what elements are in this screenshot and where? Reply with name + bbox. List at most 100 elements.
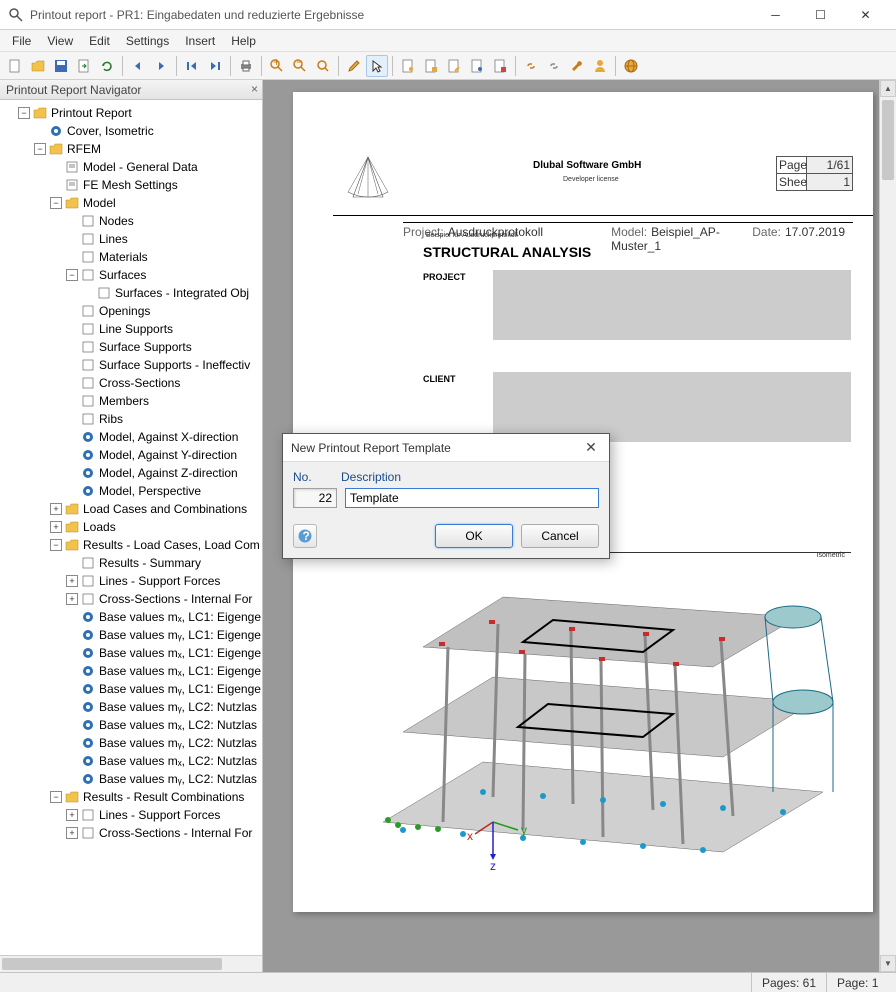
tree-item[interactable]: −Results - Load Cases, Load Com xyxy=(0,536,262,554)
tree-item[interactable]: Base values mᵧ, LC1: Eigenge xyxy=(0,680,262,698)
doc4-button[interactable] xyxy=(466,55,488,77)
menu-file[interactable]: File xyxy=(4,32,39,50)
tree-item[interactable]: +Lines - Support Forces xyxy=(0,572,262,590)
tree-item[interactable]: Openings xyxy=(0,302,262,320)
close-button[interactable]: ✕ xyxy=(843,0,888,30)
help-button[interactable]: ? xyxy=(293,524,317,548)
menu-insert[interactable]: Insert xyxy=(177,32,223,50)
tree-item[interactable]: Base values mᵧ, LC2: Nutzlas xyxy=(0,734,262,752)
dialog-close-button[interactable]: ✕ xyxy=(581,439,601,456)
new-template-dialog: New Printout Report Template ✕ No. Descr… xyxy=(282,433,610,559)
cancel-button[interactable]: Cancel xyxy=(521,524,599,548)
print-button[interactable] xyxy=(235,55,257,77)
open-button[interactable] xyxy=(27,55,49,77)
tree-item[interactable]: Base values mᵧ, LC2: Nutzlas xyxy=(0,698,262,716)
link2-button[interactable] xyxy=(543,55,565,77)
export-button[interactable] xyxy=(73,55,95,77)
navigator-close-icon[interactable]: × xyxy=(251,82,258,96)
tree-item[interactable]: Model, Perspective xyxy=(0,482,262,500)
tree-item[interactable]: +Lines - Support Forces xyxy=(0,806,262,824)
doc1-button[interactable] xyxy=(397,55,419,77)
page-meta: Page:1/61 Sheet:1 xyxy=(776,156,853,190)
navigator-tree[interactable]: −Printout Report Cover, Isometric −RFEM … xyxy=(0,100,262,955)
menu-settings[interactable]: Settings xyxy=(118,32,177,50)
new-button[interactable] xyxy=(4,55,26,77)
tree-item[interactable]: Model, Against Z-direction xyxy=(0,464,262,482)
user-button[interactable] xyxy=(589,55,611,77)
tree-item[interactable]: +Cross-Sections - Internal For xyxy=(0,824,262,842)
tree-model[interactable]: −Model xyxy=(0,194,262,212)
navigator-title: Printout Report Navigator xyxy=(6,83,141,97)
tree-item[interactable]: Results - Summary xyxy=(0,554,262,572)
pencil-button[interactable] xyxy=(343,55,365,77)
wrench-button[interactable] xyxy=(566,55,588,77)
tree-rfem[interactable]: −RFEM xyxy=(0,140,262,158)
tree-item[interactable]: Surface Supports xyxy=(0,338,262,356)
refresh-button[interactable] xyxy=(96,55,118,77)
toolbar: + − xyxy=(0,52,896,80)
tree-item[interactable]: Members xyxy=(0,392,262,410)
section-client-box xyxy=(493,372,851,442)
menu-help[interactable]: Help xyxy=(223,32,264,50)
menu-edit[interactable]: Edit xyxy=(81,32,118,50)
company-logo xyxy=(333,152,403,212)
next-page-button[interactable] xyxy=(150,55,172,77)
tree-item[interactable]: Base values mₓ, LC1: Eigenge xyxy=(0,662,262,680)
tree-root[interactable]: −Printout Report xyxy=(0,104,262,122)
status-page: Page: 1 xyxy=(826,973,896,992)
pointer-button[interactable] xyxy=(366,55,388,77)
isometric-label: Isometric xyxy=(817,552,845,559)
svg-text:y: y xyxy=(521,823,527,837)
maximize-button[interactable]: ☐ xyxy=(798,0,843,30)
tree-item[interactable]: Cross-Sections xyxy=(0,374,262,392)
minimize-button[interactable]: ─ xyxy=(753,0,798,30)
tree-item[interactable]: Base values mₓ, LC1: Eigenge xyxy=(0,644,262,662)
tree-item[interactable]: −Results - Result Combinations xyxy=(0,788,262,806)
tree-cover[interactable]: Cover, Isometric xyxy=(0,122,262,140)
svg-text:z: z xyxy=(490,859,496,872)
first-page-button[interactable] xyxy=(127,55,149,77)
window-title: Printout report - PR1: Eingabedaten und … xyxy=(30,8,364,22)
tree-item[interactable]: Materials xyxy=(0,248,262,266)
tree-item[interactable]: +Loads xyxy=(0,518,262,536)
tree-item[interactable]: Surfaces - Integrated Obj xyxy=(0,284,262,302)
globe-button[interactable] xyxy=(620,55,642,77)
model-isometric-view: y x z xyxy=(343,572,843,872)
tree-item[interactable]: Surface Supports - Ineffectiv xyxy=(0,356,262,374)
dialog-titlebar[interactable]: New Printout Report Template ✕ xyxy=(283,434,609,462)
link1-button[interactable] xyxy=(520,55,542,77)
start-button[interactable] xyxy=(181,55,203,77)
tree-item[interactable]: Base values mₓ, LC2: Nutzlas xyxy=(0,716,262,734)
tree-item[interactable]: +Load Cases and Combinations xyxy=(0,500,262,518)
preview-vscroll[interactable]: ▲ ▼ xyxy=(879,80,896,972)
doc2-button[interactable] xyxy=(420,55,442,77)
zoom-out-button[interactable]: − xyxy=(289,55,311,77)
end-button[interactable] xyxy=(204,55,226,77)
doc5-button[interactable] xyxy=(489,55,511,77)
tree-item[interactable]: Ribs xyxy=(0,410,262,428)
description-input[interactable] xyxy=(345,488,599,508)
tree-item[interactable]: Lines xyxy=(0,230,262,248)
save-button[interactable] xyxy=(50,55,72,77)
menu-view[interactable]: View xyxy=(39,32,81,50)
page-license: Developer license xyxy=(563,176,619,183)
tree-item[interactable]: FE Mesh Settings xyxy=(0,176,262,194)
tree-item[interactable]: Base values mᵧ, LC1: Eigenge xyxy=(0,626,262,644)
navigator-hscroll[interactable] xyxy=(0,955,262,972)
tree-item[interactable]: Line Supports xyxy=(0,320,262,338)
zoom-in-button[interactable]: + xyxy=(266,55,288,77)
tree-item[interactable]: Base values mₓ, LC2: Nutzlas xyxy=(0,752,262,770)
tree-item[interactable]: Nodes xyxy=(0,212,262,230)
svg-text:x: x xyxy=(467,829,473,843)
zoom-fit-button[interactable] xyxy=(312,55,334,77)
tree-item[interactable]: Model, Against Y-direction xyxy=(0,446,262,464)
doc3-button[interactable] xyxy=(443,55,465,77)
tree-surfaces[interactable]: −Surfaces xyxy=(0,266,262,284)
tree-item[interactable]: Base values mₓ, LC1: Eigenge xyxy=(0,608,262,626)
tree-item[interactable]: Base values mᵧ, LC2: Nutzlas xyxy=(0,770,262,788)
no-input[interactable] xyxy=(293,488,337,508)
ok-button[interactable]: OK xyxy=(435,524,513,548)
tree-item[interactable]: +Cross-Sections - Internal For xyxy=(0,590,262,608)
tree-item[interactable]: Model, Against X-direction xyxy=(0,428,262,446)
tree-item[interactable]: Model - General Data xyxy=(0,158,262,176)
